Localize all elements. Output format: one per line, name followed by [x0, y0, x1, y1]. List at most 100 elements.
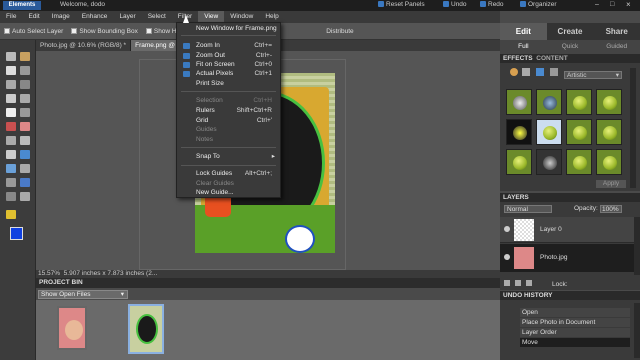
- smudge-icon[interactable]: [20, 192, 30, 201]
- magic-wand-icon[interactable]: [6, 94, 16, 103]
- menu-image[interactable]: Image: [46, 11, 76, 23]
- tab-create[interactable]: Create: [547, 23, 594, 40]
- effect-thumbnail[interactable]: [596, 149, 622, 175]
- distribute-button[interactable]: Distribute: [326, 28, 353, 35]
- tab-edit[interactable]: Edit: [500, 23, 547, 40]
- type-tool-icon[interactable]: [6, 108, 16, 117]
- sponge-tool-icon[interactable]: [20, 178, 30, 187]
- delete-layer-icon[interactable]: [526, 280, 532, 286]
- history-item[interactable]: Place Photo in Document: [520, 318, 630, 327]
- show-open-files-select[interactable]: Show Open Files ▾: [38, 290, 128, 299]
- layers-header[interactable]: LAYERS: [500, 193, 640, 202]
- project-bin-header[interactable]: PROJECT BIN: [36, 278, 500, 288]
- selection-brush-icon[interactable]: [20, 94, 30, 103]
- blur-tool-icon[interactable]: [6, 178, 16, 187]
- photo-effect-icon[interactable]: [536, 68, 544, 76]
- menu-item-snap-to[interactable]: Snap To ▸: [177, 152, 280, 162]
- menu-item-new-window[interactable]: New Window for Frame.png: [177, 24, 280, 34]
- effect-thumbnail[interactable]: [596, 89, 622, 115]
- eye-icon[interactable]: [504, 226, 510, 232]
- layer-style-icon[interactable]: [522, 68, 530, 76]
- redo-button[interactable]: Redo: [480, 1, 504, 8]
- show-bounding-box-checkbox[interactable]: Show Bounding Box: [71, 28, 138, 35]
- zoom-out-icon: [183, 53, 190, 59]
- history-item[interactable]: Move: [520, 338, 630, 347]
- clone-stamp-icon[interactable]: [6, 136, 16, 145]
- menu-edit[interactable]: Edit: [22, 11, 45, 23]
- layer-row[interactable]: Photo.jpg: [500, 244, 634, 272]
- undo-scrollbar[interactable]: [634, 303, 640, 358]
- red-eye-icon[interactable]: [6, 122, 16, 131]
- reset-panels-button[interactable]: Reset Panels: [378, 1, 425, 8]
- tab-share[interactable]: Share: [593, 23, 640, 40]
- menu-item-print-size[interactable]: Print Size: [177, 79, 280, 89]
- filter-icon[interactable]: [510, 68, 518, 76]
- shape-tool-icon[interactable]: [20, 164, 30, 173]
- menu-item-zoom-in[interactable]: Zoom In Ctrl+=: [177, 41, 280, 51]
- menu-item-lock-guides[interactable]: Lock Guides Alt+Ctrl+;: [177, 169, 280, 179]
- menu-item-actual-pixels[interactable]: Actual Pixels Ctrl+1: [177, 69, 280, 79]
- effect-thumbnail[interactable]: [566, 149, 592, 175]
- menu-layer[interactable]: Layer: [113, 11, 141, 23]
- new-layer-icon[interactable]: [504, 280, 510, 286]
- pencil-icon[interactable]: [6, 192, 16, 201]
- effect-thumbnail[interactable]: [506, 119, 532, 145]
- undo-history-header[interactable]: UNDO HISTORY: [500, 291, 640, 300]
- minimize-icon[interactable]: –: [595, 1, 599, 8]
- eye-icon[interactable]: [504, 254, 510, 260]
- move-tool-icon[interactable]: [6, 52, 16, 61]
- effects-category-select[interactable]: Artistic ▾: [564, 71, 622, 79]
- cookie-cutter-icon[interactable]: [6, 210, 16, 219]
- history-item[interactable]: Open: [520, 308, 630, 317]
- menu-file[interactable]: File: [0, 11, 22, 23]
- hand-tool-icon[interactable]: [6, 66, 16, 75]
- chevron-right-icon: ▸: [271, 153, 275, 160]
- tab-full[interactable]: Full: [500, 40, 547, 54]
- adjustment-layer-icon[interactable]: [515, 280, 521, 286]
- effect-thumbnail[interactable]: [566, 89, 592, 115]
- auto-select-layer-checkbox[interactable]: Auto Select Layer: [4, 28, 63, 35]
- menu-item-new-guide[interactable]: New Guide...: [177, 188, 280, 198]
- bin-thumbnail-frame[interactable]: [128, 304, 164, 354]
- brush-icon[interactable]: [6, 150, 16, 159]
- maximize-icon[interactable]: □: [610, 1, 614, 8]
- all-effects-icon[interactable]: [550, 68, 558, 76]
- effect-thumbnail[interactable]: [596, 119, 622, 145]
- apply-button[interactable]: Apply: [596, 180, 626, 188]
- organizer-icon: [520, 1, 526, 7]
- paint-bucket-icon[interactable]: [20, 150, 30, 159]
- gradient-icon[interactable]: [6, 164, 16, 173]
- effect-thumbnail[interactable]: [536, 149, 562, 175]
- zoom-tool-icon[interactable]: [20, 52, 30, 61]
- blend-mode-select[interactable]: Normal: [504, 205, 552, 213]
- foreground-color-swatch[interactable]: [10, 227, 23, 240]
- opacity-input[interactable]: 100%: [600, 205, 622, 213]
- organizer-button[interactable]: Organizer: [520, 1, 557, 8]
- history-item[interactable]: Layer Order: [520, 328, 630, 337]
- menu-select[interactable]: Select: [142, 11, 172, 23]
- menu-item-rulers[interactable]: Rulers Shift+Ctrl+R: [177, 106, 280, 116]
- crop-tool-icon[interactable]: [20, 108, 30, 117]
- undo-button[interactable]: Undo: [443, 1, 467, 8]
- layers-scrollbar[interactable]: [634, 217, 640, 275]
- checkbox-box: [71, 28, 78, 34]
- marquee-tool-icon[interactable]: [6, 80, 16, 89]
- zoom-in-icon: [183, 43, 190, 49]
- tab-quick[interactable]: Quick: [547, 40, 594, 54]
- eyedropper-icon[interactable]: [20, 66, 30, 75]
- effects-scrollbar[interactable]: [630, 68, 636, 188]
- doc-tab-photo[interactable]: Photo.jpg @ 10.6% (RGB/8) *: [36, 40, 132, 51]
- healing-brush-icon[interactable]: [20, 122, 30, 131]
- close-icon[interactable]: ×: [626, 0, 631, 9]
- layer-row[interactable]: Layer 0: [500, 217, 634, 243]
- lasso-tool-icon[interactable]: [20, 80, 30, 89]
- bin-thumbnail-photo[interactable]: [57, 306, 87, 350]
- effect-thumbnail[interactable]: [536, 119, 562, 145]
- menu-enhance[interactable]: Enhance: [76, 11, 114, 23]
- effect-thumbnail[interactable]: [566, 119, 592, 145]
- effect-thumbnail[interactable]: [536, 89, 562, 115]
- effect-thumbnail[interactable]: [506, 149, 532, 175]
- eraser-icon[interactable]: [20, 136, 30, 145]
- tab-guided[interactable]: Guided: [593, 40, 640, 54]
- effect-thumbnail[interactable]: [506, 89, 532, 115]
